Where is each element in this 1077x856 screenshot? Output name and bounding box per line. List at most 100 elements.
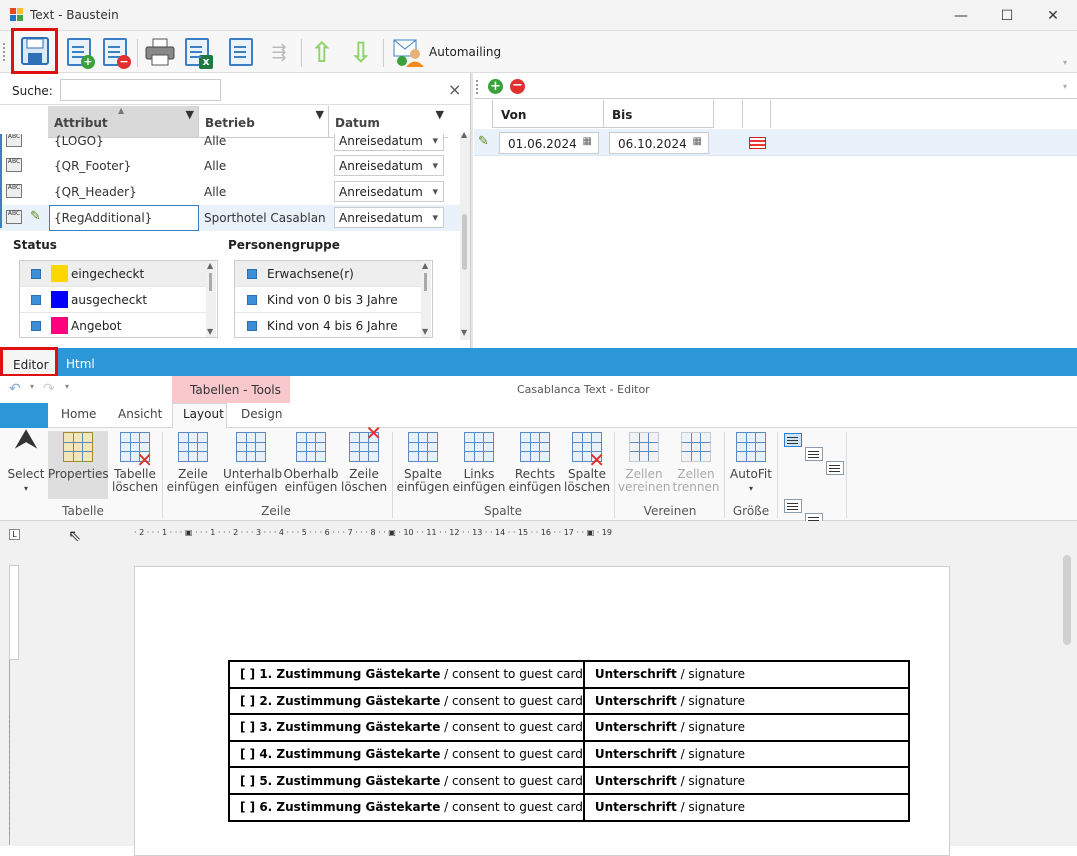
select-button[interactable]: ⮝ Select ▾	[6, 425, 46, 495]
personengruppe-list-scrollbar[interactable]: ▲ ▼	[421, 261, 431, 337]
insert-row-above-button[interactable]: Oberhalb einfügen	[283, 432, 339, 494]
remove-date-button[interactable]: −	[510, 79, 525, 94]
move-up-button[interactable]: ⇧	[305, 34, 339, 70]
consent-cell[interactable]: [ ] 5. Zustimmung Gästekarte / consent t…	[228, 766, 585, 795]
list-item[interactable]: Angebot	[20, 313, 206, 337]
consent-cell[interactable]: [ ] 6. Zustimmung Gästekarte / consent t…	[228, 792, 585, 822]
align-top-center-button[interactable]	[805, 447, 823, 461]
clear-search-button[interactable]: ×	[448, 80, 461, 99]
list-item[interactable]: Kind von 4 bis 6 Jahre	[235, 313, 421, 337]
signature-cell[interactable]: Unterschrift / signature	[582, 766, 911, 795]
datum-select[interactable]: Anreisedatum	[334, 181, 444, 202]
table-row[interactable]: ABC {QR_Header} Alle Anreisedatum	[0, 179, 460, 205]
align-top-left-button[interactable]	[784, 433, 802, 447]
merge-button[interactable]: ⇶	[262, 34, 296, 70]
datum-select[interactable]: Anreisedatum	[334, 207, 444, 228]
list-item[interactable]: ausgecheckt	[20, 287, 206, 313]
list-item[interactable]: eingecheckt	[20, 261, 206, 287]
bis-date-input[interactable]: 06.10.2024 ▦	[609, 132, 709, 154]
consent-cell[interactable]: [ ] 4. Zustimmung Gästekarte / consent t…	[228, 739, 585, 769]
consent-cell[interactable]: [ ] 3. Zustimmung Gästekarte / consent t…	[228, 713, 585, 742]
tab-editor[interactable]: Editor	[0, 347, 58, 377]
move-down-button[interactable]: ⇩	[344, 34, 378, 70]
signature-cell[interactable]: Unterschrift / signature	[582, 792, 911, 822]
delete-row-button[interactable]: ✕ Zeile löschen	[341, 423, 387, 494]
tab-home[interactable]: Home	[61, 407, 96, 421]
column-header-von[interactable]: Von	[492, 100, 604, 128]
close-button[interactable]: ✕	[1030, 0, 1076, 31]
insert-row-below-button[interactable]: Unterhalb einfügen	[223, 432, 282, 494]
consent-table[interactable]: [ ] 1. Zustimmung Gästekarte / consent t…	[228, 660, 911, 822]
checkbox[interactable]	[31, 320, 41, 331]
minimize-button[interactable]: —	[938, 0, 984, 31]
maximize-button[interactable]: ☐	[984, 0, 1030, 31]
automailing-button[interactable]: Automailing	[393, 35, 501, 69]
calendar-icon[interactable]: ▦	[583, 136, 592, 147]
list-item[interactable]: Kind von 0 bis 3 Jahre	[235, 287, 421, 313]
left-panel-scrollbar[interactable]: ▲ ▼	[460, 130, 470, 340]
tab-html[interactable]: Html	[56, 351, 105, 376]
delete-row-icon[interactable]	[749, 137, 766, 149]
properties-button[interactable]: Properties	[48, 432, 109, 481]
table-row[interactable]: [ ] 5. Zustimmung Gästekarte / consent t…	[228, 766, 911, 795]
print-button[interactable]	[143, 34, 177, 70]
status-list-scrollbar[interactable]: ▲ ▼	[206, 261, 216, 337]
signature-cell[interactable]: Unterschrift / signature	[582, 686, 911, 716]
delete-table-button[interactable]: ✕ Tabelle löschen	[112, 432, 158, 494]
insert-column-button[interactable]: Spalte einfügen	[396, 432, 450, 494]
copy-document-button[interactable]	[224, 34, 258, 70]
undo-icon[interactable]: ↶	[9, 381, 21, 397]
delete-document-button[interactable]: −	[98, 34, 132, 70]
column-header-bis[interactable]: Bis	[603, 100, 713, 128]
consent-cell[interactable]: [ ] 2. Zustimmung Gästekarte / consent t…	[228, 686, 585, 716]
autofit-button[interactable]: AutoFit ▾	[728, 432, 774, 495]
redo-icon[interactable]: ↷	[43, 381, 55, 397]
horizontal-ruler[interactable]: · 2 · · · 1 · · · ▣ · · · 1 · · · 2 · · …	[134, 528, 954, 540]
tab-stop-selector[interactable]: L	[9, 529, 20, 540]
datum-select[interactable]: Anreisedatum	[334, 155, 444, 176]
new-document-button[interactable]: +	[62, 34, 96, 70]
insert-column-left-button[interactable]: Links einfügen	[452, 432, 506, 494]
von-date-input[interactable]: 01.06.2024 ▦	[499, 132, 599, 154]
checkbox[interactable]	[31, 294, 41, 305]
table-row[interactable]: [ ] 6. Zustimmung Gästekarte / consent t…	[228, 792, 911, 822]
tab-design[interactable]: Design	[241, 407, 282, 421]
insert-column-right-button[interactable]: Rechts einfügen	[508, 432, 562, 494]
insert-row-button[interactable]: Zeile einfügen	[166, 432, 220, 494]
table-row[interactable]: [ ] 3. Zustimmung Gästekarte / consent t…	[228, 713, 911, 742]
align-top-right-button[interactable]	[826, 461, 844, 475]
table-row[interactable]: ABC {LOGO} Alle Anreisedatum	[0, 134, 460, 152]
checkbox[interactable]	[247, 294, 257, 305]
vertical-ruler[interactable]	[9, 565, 19, 845]
checkbox[interactable]	[247, 268, 257, 279]
add-date-button[interactable]: +	[488, 79, 503, 94]
checkbox[interactable]	[247, 320, 257, 331]
list-item[interactable]: Erwachsene(r)	[235, 261, 421, 287]
table-row[interactable]: [ ] 2. Zustimmung Gästekarte / consent t…	[228, 686, 911, 716]
table-row[interactable]: ABC {QR_Footer} Alle Anreisedatum	[0, 153, 460, 179]
editor-scrollbar-thumb[interactable]	[1063, 555, 1071, 645]
tab-layout[interactable]: Layout	[183, 407, 224, 421]
signature-cell[interactable]: Unterschrift / signature	[582, 713, 911, 742]
align-middle-left-button[interactable]	[784, 499, 802, 513]
main-toolbar: + − x ⇶ ⇧ ⇩ Automailing	[0, 28, 1077, 74]
search-input[interactable]	[60, 79, 221, 101]
toolbar-grip[interactable]	[3, 43, 5, 61]
merge-cells-button[interactable]: Zellen vereinen	[618, 432, 670, 494]
consent-cell[interactable]: [ ] 1. Zustimmung Gästekarte / consent t…	[228, 660, 585, 689]
cell-attribut[interactable]: {RegAdditional}	[54, 205, 152, 231]
cell-attribut: {QR_Footer}	[54, 159, 132, 173]
delete-column-button[interactable]: ✕ Spalte löschen	[564, 432, 610, 494]
table-row-selected[interactable]: ABC ✎ {RegAdditional} Sporthotel Casabla…	[0, 205, 460, 231]
signature-cell[interactable]: Unterschrift / signature	[582, 660, 911, 689]
table-row[interactable]: [ ] 4. Zustimmung Gästekarte / consent t…	[228, 739, 911, 769]
save-button[interactable]	[11, 28, 58, 74]
signature-cell[interactable]: Unterschrift / signature	[582, 739, 911, 769]
checkbox[interactable]	[31, 268, 41, 279]
split-cells-button[interactable]: Zellen trennen	[672, 432, 720, 494]
export-excel-button[interactable]: x	[180, 34, 214, 70]
table-row[interactable]: [ ] 1. Zustimmung Gästekarte / consent t…	[228, 660, 911, 689]
calendar-icon[interactable]: ▦	[693, 136, 702, 147]
tab-ansicht[interactable]: Ansicht	[118, 407, 162, 421]
datum-select[interactable]: Anreisedatum	[334, 134, 444, 151]
